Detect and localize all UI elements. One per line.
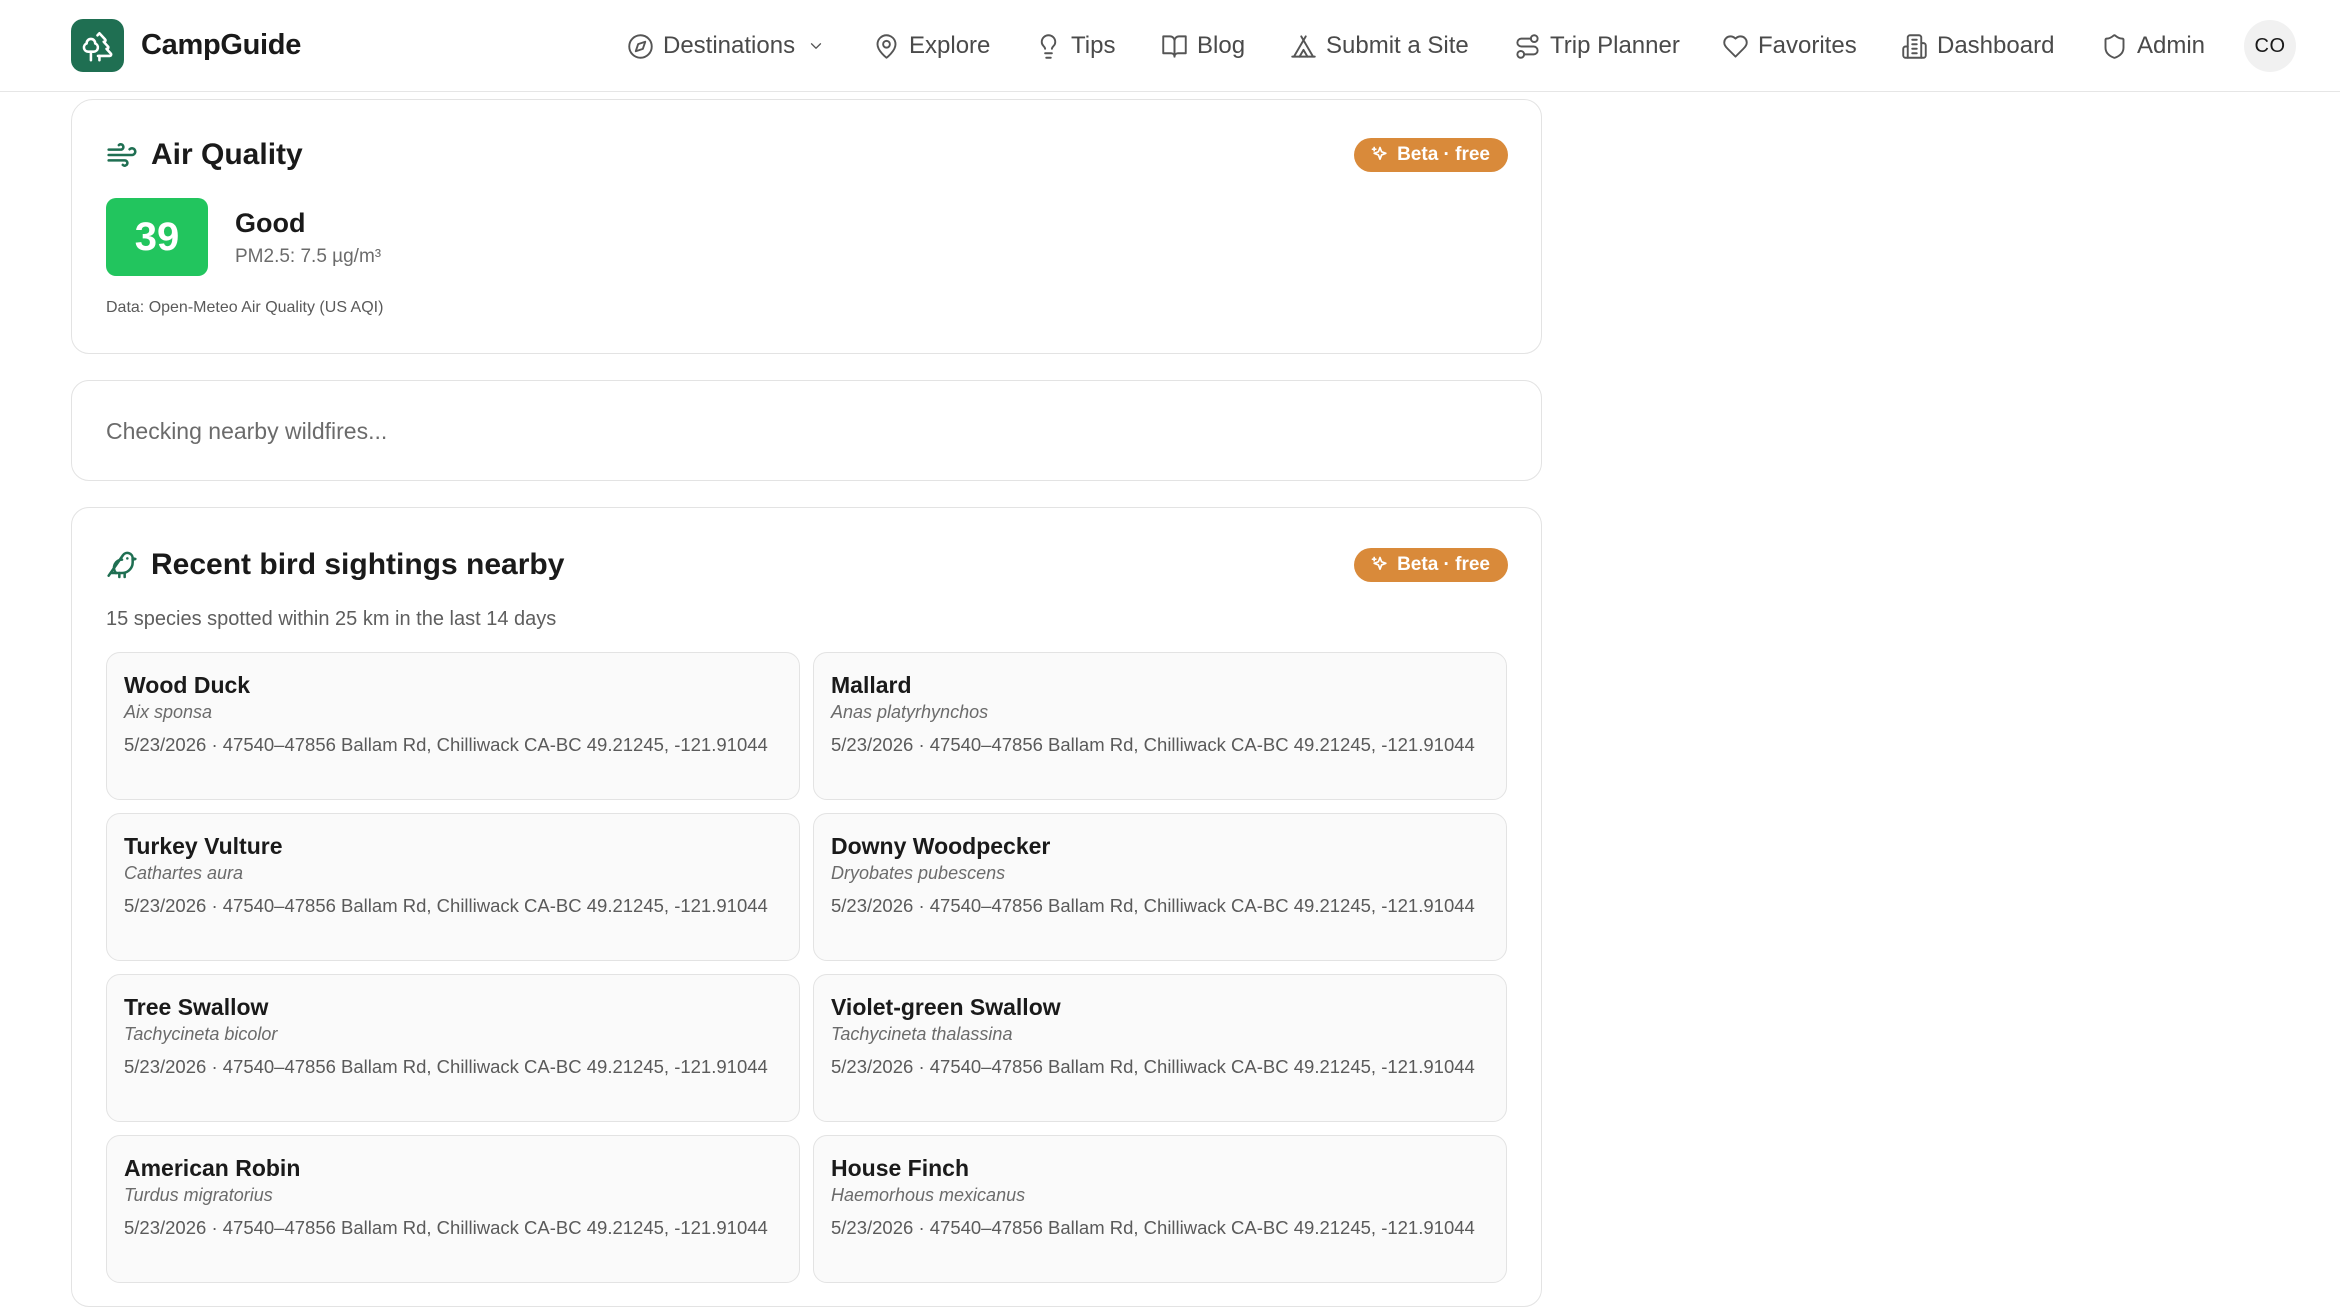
- heart-icon: [1723, 34, 1748, 58]
- bird-sightings-title: Recent bird sightings nearby: [151, 548, 565, 581]
- bird-sighting-item: American Robin Turdus migratorius 5/23/2…: [106, 1135, 800, 1283]
- book-icon: [1162, 34, 1187, 58]
- beta-badge: Beta · free: [1354, 138, 1508, 172]
- nav-trip-planner-label: Trip Planner: [1550, 32, 1680, 59]
- bird-common-name: American Robin: [124, 1155, 301, 1181]
- aqi-data-source: Data: Open-Meteo Air Quality (US AQI): [106, 299, 384, 316]
- tent-icon: [1291, 34, 1316, 58]
- bird-sighting-details: 5/23/2026 · 47540–47856 Ballam Rd, Chill…: [831, 895, 1475, 916]
- user-avatar[interactable]: CO: [2244, 20, 2296, 72]
- nav-destinations[interactable]: Destinations: [627, 28, 825, 64]
- nav-favorites[interactable]: Favorites: [1722, 28, 1857, 64]
- bird-sighting-details: 5/23/2026 · 47540–47856 Ballam Rd, Chill…: [831, 1056, 1475, 1077]
- bird-sighting-details: 5/23/2026 · 47540–47856 Ballam Rd, Chill…: [124, 1056, 768, 1077]
- nav-tips[interactable]: Tips: [1035, 28, 1115, 64]
- sparkles-icon: [1371, 556, 1387, 570]
- bird-sighting-item: House Finch Haemorhous mexicanus 5/23/20…: [813, 1135, 1507, 1283]
- bird-scientific-name: Cathartes aura: [124, 863, 244, 883]
- beta-badge-label: Beta · free: [1397, 144, 1490, 165]
- nav-dashboard[interactable]: Dashboard: [1901, 28, 2054, 64]
- bird-common-name: House Finch: [831, 1155, 970, 1181]
- bird-icon: [107, 551, 137, 579]
- shield-icon: [2104, 33, 2125, 59]
- pm25-value: PM2.5: 7.5 µg/m³: [235, 246, 382, 267]
- nav-trip-planner[interactable]: Trip Planner: [1514, 28, 1680, 64]
- bird-sightings-header: Recent bird sightings nearby: [106, 548, 564, 582]
- bird-sighting-details: 5/23/2026 · 47540–47856 Ballam Rd, Chill…: [831, 734, 1475, 755]
- sparkles-icon: [1371, 146, 1387, 160]
- bird-sighting-item: Mallard Anas platyrhynchos 5/23/2026 · 4…: [813, 652, 1507, 800]
- wildfire-status: Checking nearby wildfires...: [106, 418, 388, 444]
- nav-blog-label: Blog: [1197, 32, 1246, 59]
- nav-blog[interactable]: Blog: [1161, 28, 1245, 64]
- bird-common-name: Wood Duck: [124, 672, 251, 698]
- bird-scientific-name: Anas platyrhynchos: [831, 702, 989, 722]
- bird-scientific-name: Tachycineta bicolor: [124, 1024, 278, 1044]
- bird-common-name: Violet-green Swallow: [831, 994, 1061, 1020]
- route-icon: [1516, 33, 1539, 59]
- aqi-category: Good: [235, 208, 306, 238]
- bird-common-name: Mallard: [831, 672, 912, 698]
- nav-favorites-label: Favorites: [1758, 32, 1857, 59]
- bird-scientific-name: Aix sponsa: [124, 702, 213, 722]
- beta-badge: Beta · free: [1354, 548, 1508, 582]
- bird-common-name: Tree Swallow: [124, 994, 269, 1020]
- bird-scientific-name: Dryobates pubescens: [831, 863, 1006, 883]
- nav-admin[interactable]: Admin: [2101, 28, 2205, 64]
- brand-link[interactable]: CampGuide: [71, 19, 301, 72]
- bird-sightings-summary: 15 species spotted within 25 km in the l…: [106, 608, 557, 630]
- bird-sighting-details: 5/23/2026 · 47540–47856 Ballam Rd, Chill…: [831, 1217, 1475, 1238]
- nav-submit-site-label: Submit a Site: [1326, 32, 1469, 59]
- wind-icon: [107, 143, 137, 167]
- beta-badge-label: Beta · free: [1397, 554, 1490, 575]
- bird-sighting-details: 5/23/2026 · 47540–47856 Ballam Rd, Chill…: [124, 895, 768, 916]
- nav-dashboard-label: Dashboard: [1937, 32, 2055, 59]
- top-navigation: CampGuide Destinations Explore Tips Blog…: [0, 0, 2340, 92]
- chevron-down-icon: [810, 43, 822, 49]
- bird-sighting-details: 5/23/2026 · 47540–47856 Ballam Rd, Chill…: [124, 1217, 768, 1238]
- bird-sightings-card: Recent bird sightings nearby Beta · free…: [71, 507, 1542, 1307]
- bird-sighting-item: Tree Swallow Tachycineta bicolor 5/23/20…: [106, 974, 800, 1122]
- tree-logo-icon: [71, 19, 124, 72]
- air-quality-header: Air Quality: [106, 138, 303, 172]
- wildfire-card: Checking nearby wildfires...: [71, 380, 1542, 481]
- nav-tips-label: Tips: [1071, 32, 1116, 59]
- bird-scientific-name: Turdus migratorius: [124, 1185, 273, 1205]
- bird-common-name: Downy Woodpecker: [831, 833, 1051, 859]
- bird-sighting-item: Downy Woodpecker Dryobates pubescens 5/2…: [813, 813, 1507, 961]
- air-quality-card: Air Quality Beta · free 39 Good PM2.5: 7…: [71, 99, 1542, 354]
- aqi-value-badge: 39: [106, 198, 208, 276]
- nav-submit-site[interactable]: Submit a Site: [1290, 28, 1469, 64]
- bird-scientific-name: Haemorhous mexicanus: [831, 1185, 1026, 1205]
- lightbulb-icon: [1040, 33, 1057, 59]
- map-pin-icon: [876, 33, 897, 59]
- nav-admin-label: Admin: [2137, 32, 2206, 59]
- bird-sighting-item: Wood Duck Aix sponsa 5/23/2026 · 47540–4…: [106, 652, 800, 800]
- nav-explore-label: Explore: [909, 32, 991, 59]
- bird-sighting-details: 5/23/2026 · 47540–47856 Ballam Rd, Chill…: [124, 734, 768, 755]
- bird-common-name: Turkey Vulture: [124, 833, 283, 859]
- building-icon: [1902, 33, 1927, 59]
- compass-icon: [628, 33, 653, 59]
- bird-sighting-item: Turkey Vulture Cathartes aura 5/23/2026 …: [106, 813, 800, 961]
- bird-sighting-item: Violet-green Swallow Tachycineta thalass…: [813, 974, 1507, 1122]
- bird-scientific-name: Tachycineta thalassina: [831, 1024, 1013, 1044]
- nav-destinations-label: Destinations: [663, 32, 796, 59]
- nav-explore[interactable]: Explore: [873, 28, 990, 64]
- brand-name: CampGuide: [141, 29, 302, 61]
- air-quality-title: Air Quality: [151, 138, 303, 171]
